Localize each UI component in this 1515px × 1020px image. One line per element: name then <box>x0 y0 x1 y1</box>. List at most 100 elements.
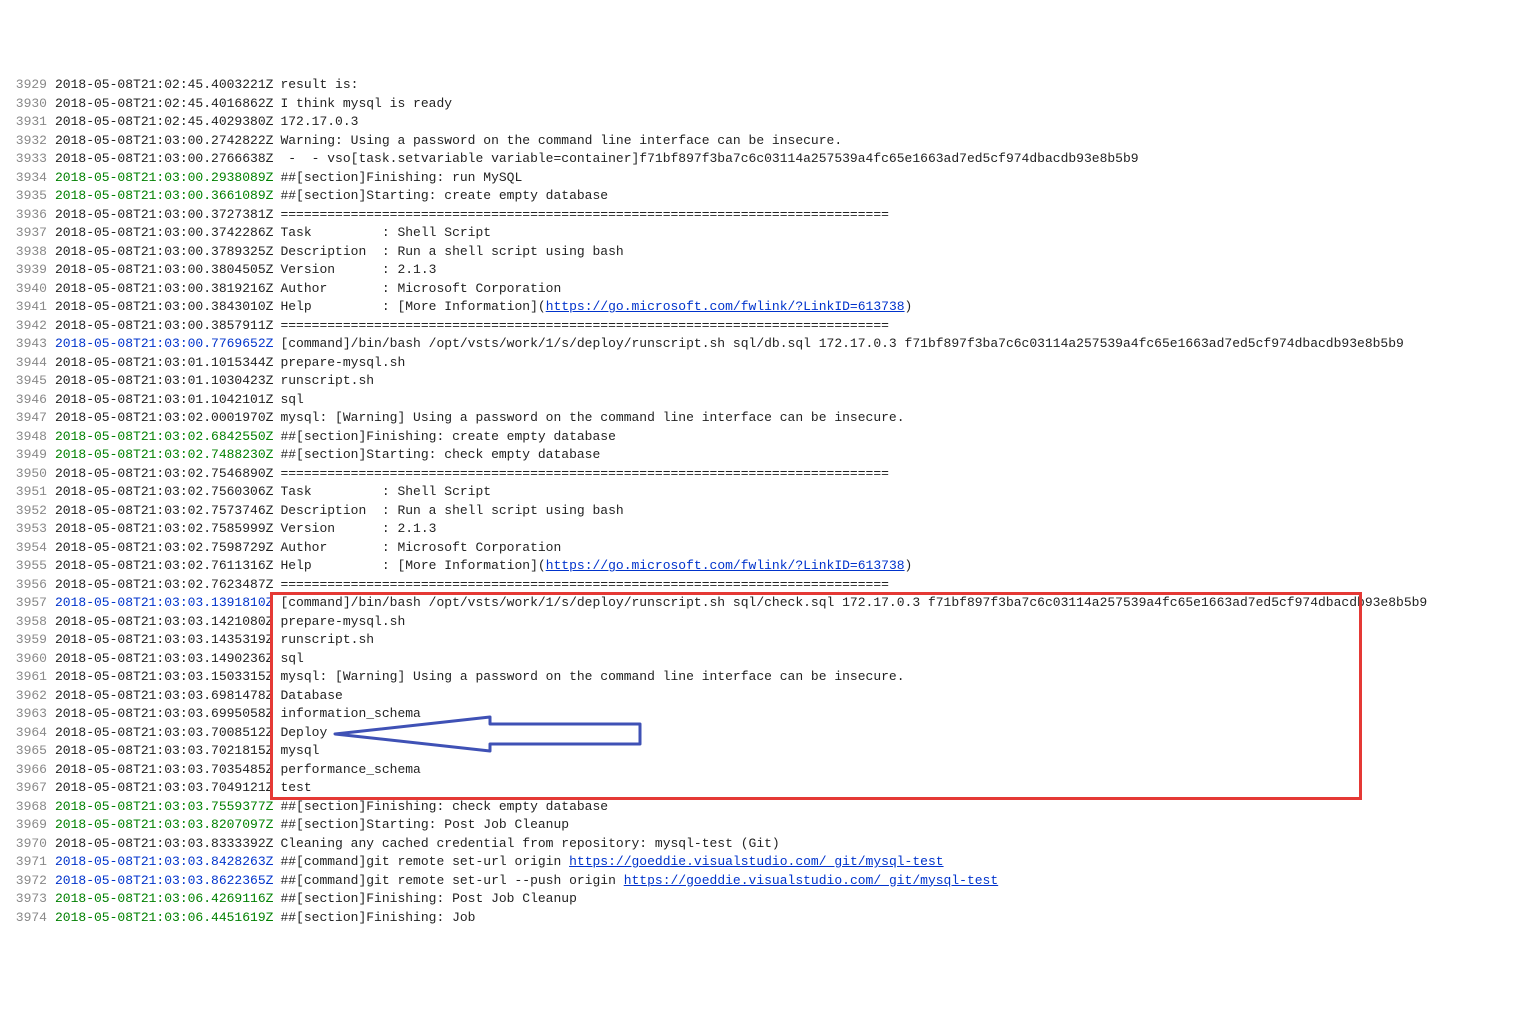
log-line[interactable]: 39622018-05-08T21:03:03.6981478ZDatabase <box>0 687 1515 706</box>
line-number: 3967 <box>0 779 55 798</box>
log-timestamp: 2018-05-08T21:03:00.3857911Z <box>55 317 273 336</box>
log-line[interactable]: 39642018-05-08T21:03:03.7008512ZDeploy <box>0 724 1515 743</box>
log-message: ##[section]Finishing: run MySQL <box>280 169 522 188</box>
line-number: 3969 <box>0 816 55 835</box>
log-timestamp: 2018-05-08T21:03:03.8622365Z <box>55 872 273 891</box>
log-line[interactable]: 39472018-05-08T21:03:02.0001970Zmysql: [… <box>0 409 1515 428</box>
log-line[interactable]: 39612018-05-08T21:03:03.1503315Zmysql: [… <box>0 668 1515 687</box>
log-message: Cleaning any cached credential from repo… <box>280 835 779 854</box>
log-line[interactable]: 39592018-05-08T21:03:03.1435319Zrunscrip… <box>0 631 1515 650</box>
log-line[interactable]: 39672018-05-08T21:03:03.7049121Ztest <box>0 779 1515 798</box>
log-line[interactable]: 39562018-05-08T21:03:02.7623487Z========… <box>0 576 1515 595</box>
log-line[interactable]: 39292018-05-08T21:02:45.4003221Zresult i… <box>0 76 1515 95</box>
log-line[interactable]: 39532018-05-08T21:03:02.7585999ZVersion … <box>0 520 1515 539</box>
log-timestamp: 2018-05-08T21:03:03.8207097Z <box>55 816 273 835</box>
log-message: Task : Shell Script <box>280 224 491 243</box>
log-link[interactable]: https://go.microsoft.com/fwlink/?LinkID=… <box>546 557 905 576</box>
log-line[interactable]: 39502018-05-08T21:03:02.7546890Z========… <box>0 465 1515 484</box>
log-line[interactable]: 39312018-05-08T21:02:45.4029380Z172.17.0… <box>0 113 1515 132</box>
log-line[interactable]: 39302018-05-08T21:02:45.4016862ZI think … <box>0 95 1515 114</box>
log-line[interactable]: 39412018-05-08T21:03:00.3843010ZHelp : [… <box>0 298 1515 317</box>
log-line[interactable]: 39682018-05-08T21:03:03.7559377Z##[secti… <box>0 798 1515 817</box>
log-timestamp: 2018-05-08T21:03:00.3843010Z <box>55 298 273 317</box>
log-line[interactable]: 39392018-05-08T21:03:00.3804505ZVersion … <box>0 261 1515 280</box>
line-number: 3940 <box>0 280 55 299</box>
log-timestamp: 2018-05-08T21:03:02.0001970Z <box>55 409 273 428</box>
log-message: mysql: [Warning] Using a password on the… <box>280 409 904 428</box>
log-line[interactable]: 39582018-05-08T21:03:03.1421080Zprepare-… <box>0 613 1515 632</box>
log-message: Help : [More Information]( <box>280 557 545 576</box>
log-line[interactable]: 39422018-05-08T21:03:00.3857911Z========… <box>0 317 1515 336</box>
log-line[interactable]: 39712018-05-08T21:03:03.8428263Z##[comma… <box>0 853 1515 872</box>
log-message: 172.17.0.3 <box>280 113 358 132</box>
line-number: 3944 <box>0 354 55 373</box>
log-message: ##[section]Starting: check empty databas… <box>280 446 600 465</box>
log-line[interactable]: 39462018-05-08T21:03:01.1042101Zsql <box>0 391 1515 410</box>
log-line[interactable]: 39362018-05-08T21:03:00.3727381Z========… <box>0 206 1515 225</box>
log-message: ========================================… <box>280 465 889 484</box>
line-number: 3971 <box>0 853 55 872</box>
log-line[interactable]: 39382018-05-08T21:03:00.3789325ZDescript… <box>0 243 1515 262</box>
log-timestamp: 2018-05-08T21:03:02.7585999Z <box>55 520 273 539</box>
log-line[interactable]: 39372018-05-08T21:03:00.3742286ZTask : S… <box>0 224 1515 243</box>
log-line[interactable]: 39702018-05-08T21:03:03.8333392ZCleaning… <box>0 835 1515 854</box>
log-line[interactable]: 39662018-05-08T21:03:03.7035485Zperforma… <box>0 761 1515 780</box>
log-timestamp: 2018-05-08T21:03:00.3804505Z <box>55 261 273 280</box>
log-line[interactable]: 39432018-05-08T21:03:00.7769652Z[command… <box>0 335 1515 354</box>
log-timestamp: 2018-05-08T21:03:02.7560306Z <box>55 483 273 502</box>
log-timestamp: 2018-05-08T21:03:00.2742822Z <box>55 132 273 151</box>
log-timestamp: 2018-05-08T21:03:00.3819216Z <box>55 280 273 299</box>
log-timestamp: 2018-05-08T21:03:03.1435319Z <box>55 631 273 650</box>
log-line[interactable]: 39452018-05-08T21:03:01.1030423Zrunscrip… <box>0 372 1515 391</box>
log-line[interactable]: 39482018-05-08T21:03:02.6842550Z ##[secti… <box>0 428 1515 447</box>
log-timestamp: 2018-05-08T21:03:03.8428263Z <box>55 853 273 872</box>
log-line[interactable]: 39352018-05-08T21:03:00.3661089Z##[secti… <box>0 187 1515 206</box>
log-message: ========================================… <box>280 576 889 595</box>
log-line[interactable]: 39442018-05-08T21:03:01.1015344Zprepare-… <box>0 354 1515 373</box>
log-message: performance_schema <box>280 761 420 780</box>
log-message: ##[section]Starting: create empty databa… <box>280 187 608 206</box>
line-number: 3948 <box>0 428 55 447</box>
log-line[interactable]: 39742018-05-08T21:03:06.4451619Z##[secti… <box>0 909 1515 928</box>
line-number: 3945 <box>0 372 55 391</box>
log-line[interactable]: 39542018-05-08T21:03:02.7598729ZAuthor :… <box>0 539 1515 558</box>
log-timestamp: 2018-05-08T21:03:01.1015344Z <box>55 354 273 373</box>
log-timestamp: 2018-05-08T21:03:02.7573746Z <box>55 502 273 521</box>
log-line[interactable]: 39522018-05-08T21:03:02.7573746ZDescript… <box>0 502 1515 521</box>
log-link[interactable]: https://go.microsoft.com/fwlink/?LinkID=… <box>546 298 905 317</box>
log-line[interactable]: 39692018-05-08T21:03:03.8207097Z##[secti… <box>0 816 1515 835</box>
log-message: Warning: Using a password on the command… <box>280 132 842 151</box>
line-number: 3961 <box>0 668 55 687</box>
log-line[interactable]: 39332018-05-08T21:03:00.2766638Z - - vso… <box>0 150 1515 169</box>
log-link[interactable]: https://goeddie.visualstudio.com/ git/my… <box>569 853 943 872</box>
log-line[interactable]: 39552018-05-08T21:03:02.7611316ZHelp : [… <box>0 557 1515 576</box>
log-line[interactable]: 39572018-05-08T21:03:03.1391810Z[command… <box>0 594 1515 613</box>
log-line[interactable]: 39732018-05-08T21:03:06.4269116Z##[secti… <box>0 890 1515 909</box>
log-line[interactable]: 39602018-05-08T21:03:03.1490236Zsql <box>0 650 1515 669</box>
log-timestamp: 2018-05-08T21:03:03.7559377Z <box>55 798 273 817</box>
log-line[interactable]: 39722018-05-08T21:03:03.8622365Z##[comma… <box>0 872 1515 891</box>
log-timestamp: 2018-05-08T21:03:02.7488230Z <box>55 446 273 465</box>
log-timestamp: 2018-05-08T21:03:00.2938089Z <box>55 169 273 188</box>
log-message: ##[section]Finishing: create empty datab… <box>280 428 615 447</box>
line-number: 3949 <box>0 446 55 465</box>
log-line[interactable]: 39322018-05-08T21:03:00.2742822ZWarning:… <box>0 132 1515 151</box>
line-number: 3957 <box>0 594 55 613</box>
log-timestamp: 2018-05-08T21:02:45.4029380Z <box>55 113 273 132</box>
log-link[interactable]: https://goeddie.visualstudio.com/ git/my… <box>624 872 998 891</box>
log-timestamp: 2018-05-08T21:03:03.6981478Z <box>55 687 273 706</box>
log-timestamp: 2018-05-08T21:03:02.6842550Z <box>55 428 273 447</box>
log-line[interactable]: 39632018-05-08T21:03:03.6995058Zinformat… <box>0 705 1515 724</box>
log-message: ##[section]Finishing: Job <box>280 909 475 928</box>
log-line[interactable]: 39342018-05-08T21:03:00.2938089Z##[secti… <box>0 169 1515 188</box>
build-log[interactable]: 39292018-05-08T21:02:45.4003221Zresult i… <box>0 76 1515 927</box>
line-number: 3956 <box>0 576 55 595</box>
line-number: 3972 <box>0 872 55 891</box>
log-line[interactable]: 39512018-05-08T21:03:02.7560306ZTask : S… <box>0 483 1515 502</box>
log-line[interactable]: 39652018-05-08T21:03:03.7021815Zmysql <box>0 742 1515 761</box>
log-timestamp: 2018-05-08T21:03:03.1391810Z <box>55 594 273 613</box>
line-number: 3965 <box>0 742 55 761</box>
log-line[interactable]: 39492018-05-08T21:03:02.7488230Z ##[secti… <box>0 446 1515 465</box>
log-timestamp: 2018-05-08T21:03:02.7611316Z <box>55 557 273 576</box>
log-line[interactable]: 39402018-05-08T21:03:00.3819216ZAuthor :… <box>0 280 1515 299</box>
